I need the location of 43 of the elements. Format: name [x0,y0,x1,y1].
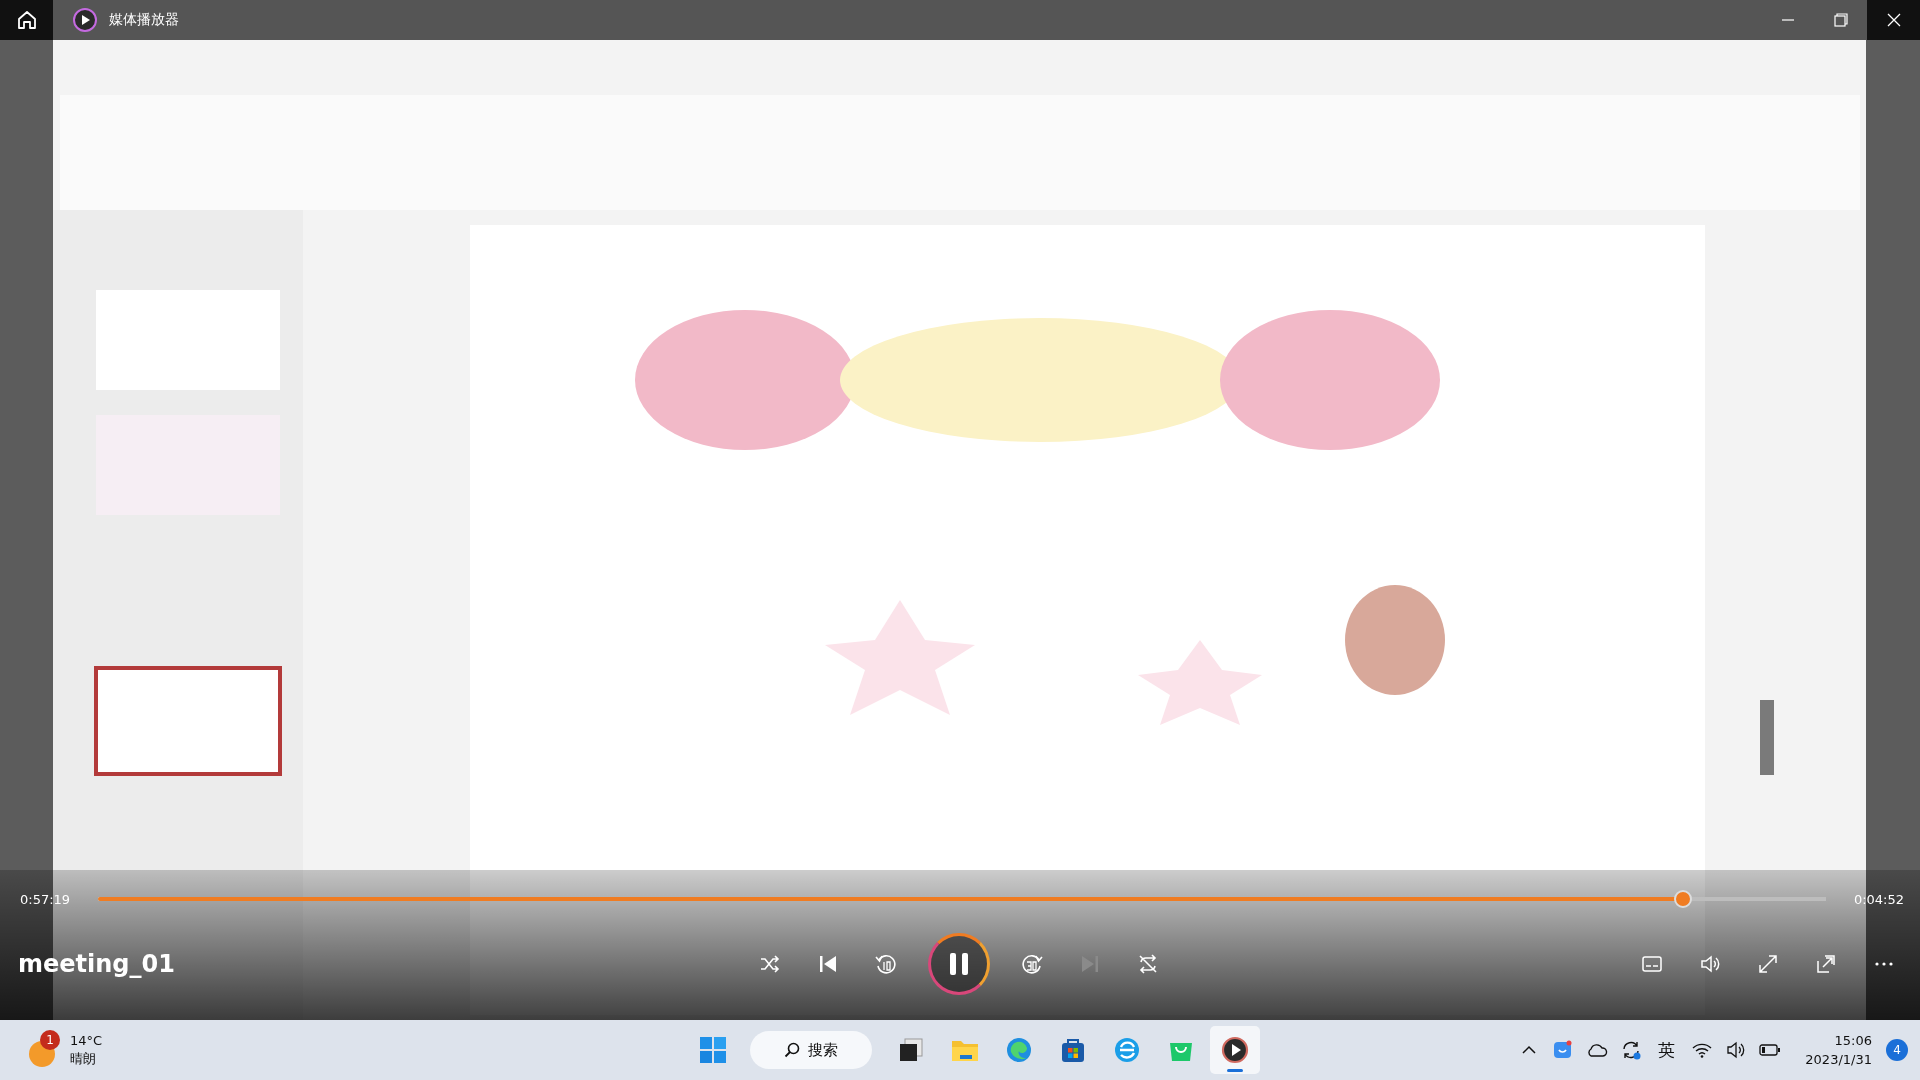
weather-condition[interactable]: 晴朗 [70,1050,103,1068]
home-button[interactable] [0,0,53,40]
temperature[interactable]: 14°C [70,1032,103,1050]
notification-badge: 1 [40,1030,60,1050]
mini-player-icon [1815,953,1837,975]
store-bag-icon [1059,1036,1087,1064]
clock-time[interactable]: 15:06 [1834,1031,1872,1050]
wifi-icon [1692,1042,1713,1058]
restore-icon [1833,13,1848,27]
more-icon [1875,962,1893,966]
forward-icon [1020,952,1044,976]
cloud-icon [1586,1042,1609,1058]
window-title: 媒体播放器 [109,11,179,29]
close-icon [1886,13,1901,27]
close-button[interactable] [1867,0,1920,40]
home-icon [15,9,38,31]
browser-e-icon [1113,1036,1141,1064]
search-icon [784,1042,800,1058]
notification-count-badge[interactable]: 4 [1886,1039,1908,1061]
input-method-indicator[interactable]: 英 [1650,1038,1684,1062]
speaker-icon [1699,953,1721,975]
previous-icon [817,953,839,975]
expand-icon [1757,953,1779,975]
shuffle-icon [759,953,781,975]
windows-logo-icon [699,1036,727,1064]
sync-icon [1620,1039,1643,1061]
media-title: meeting_01 [18,950,176,978]
rewind-icon [874,952,898,976]
remaining-time: 0:04:52 [1852,891,1904,907]
clock-date[interactable]: 2023/1/31 [1805,1050,1872,1069]
elapsed-time: 0:57:19 [20,891,72,907]
search-button[interactable]: 搜索 [750,1031,872,1069]
volume-icon [1726,1041,1747,1059]
subtitles-icon [1641,953,1663,975]
browser-swirl-icon [1005,1036,1033,1064]
task-view-icon [897,1036,925,1064]
player-taskbar-button[interactable] [1210,1026,1260,1074]
repeat-off-icon [1137,953,1159,975]
play-circle-icon [1221,1036,1249,1064]
next-icon [1079,953,1101,975]
pause-icon [947,951,971,977]
battery-icon [1759,1043,1782,1057]
smiley-tray-icon [1553,1040,1574,1060]
